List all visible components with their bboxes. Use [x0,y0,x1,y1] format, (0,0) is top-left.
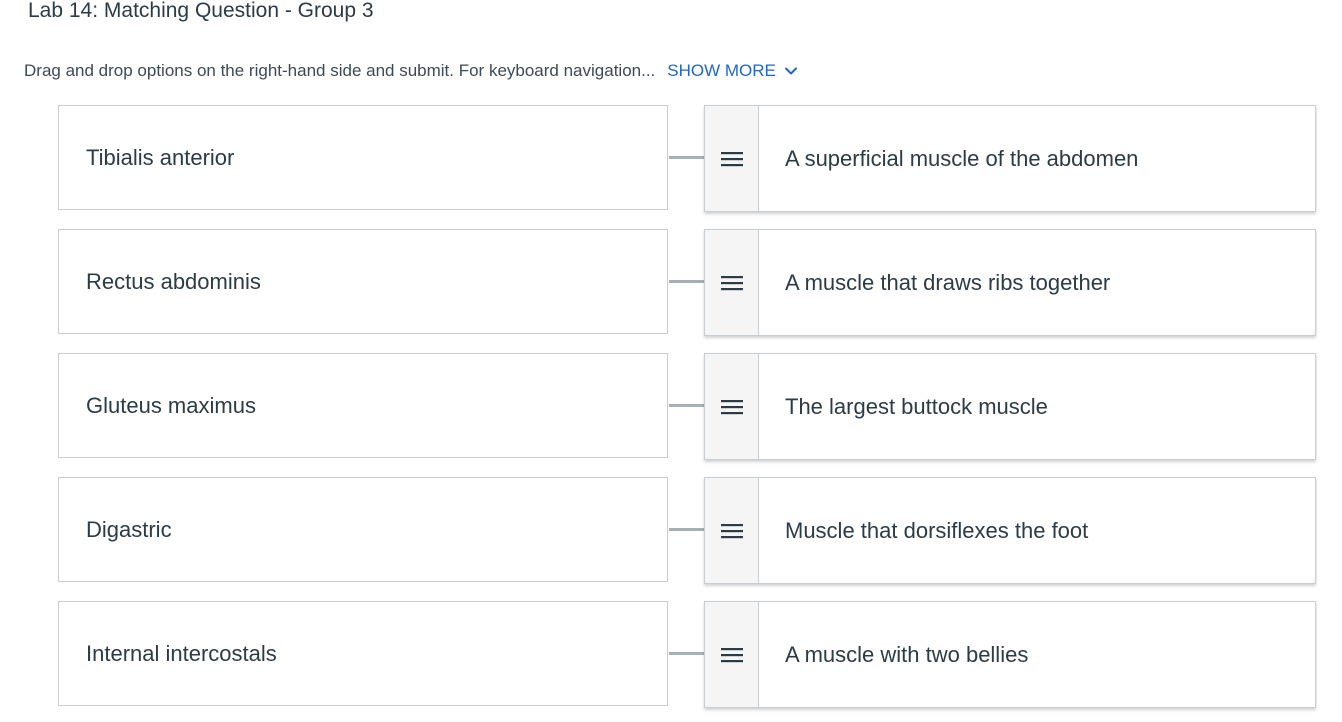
answer-option[interactable]: A superficial muscle of the abdomen [704,105,1316,212]
connector-line [669,528,705,531]
prompt-item: Internal intercostals [58,601,668,706]
answer-label: A muscle that draws ribs together [785,269,1111,295]
chevron-down-icon [784,67,797,75]
instructions: Drag and drop options on the right-hand … [24,60,798,82]
answer-label: Muscle that dorsiflexes the foot [785,517,1089,543]
page-title: Lab 14: Matching Question - Group 3 [28,0,374,22]
answer-option[interactable]: A muscle with two bellies [704,601,1316,708]
instructions-text: Drag and drop options on the right-hand … [24,61,656,80]
answer-option[interactable]: Muscle that dorsiflexes the foot [704,477,1316,584]
answer-label: The largest buttock muscle [785,393,1048,419]
hamburger-icon [720,275,743,290]
connector-line [669,156,705,159]
hamburger-icon [720,399,743,414]
drag-handle[interactable] [705,354,759,459]
hamburger-icon [720,523,743,538]
show-more-label: SHOW MORE [667,61,776,80]
drag-handle[interactable] [705,230,759,335]
prompt-item: Gluteus maximus [58,353,668,458]
connector-line [669,404,705,407]
hamburger-icon [720,151,743,166]
connector-line [669,280,705,283]
prompt-item: Rectus abdominis [58,229,668,334]
connector-line [669,652,705,655]
prompt-item: Tibialis anterior [58,105,668,210]
answer-label: A muscle with two bellies [785,641,1029,667]
answer-label: A superficial muscle of the abdomen [785,145,1139,171]
answer-option[interactable]: A muscle that draws ribs together [704,229,1316,336]
show-more-button[interactable]: SHOW MORE [667,60,798,82]
answer-option[interactable]: The largest buttock muscle [704,353,1316,460]
prompt-item: Digastric [58,477,668,582]
drag-handle[interactable] [705,106,759,211]
drag-handle[interactable] [705,478,759,583]
drag-handle[interactable] [705,602,759,707]
hamburger-icon [720,647,743,662]
